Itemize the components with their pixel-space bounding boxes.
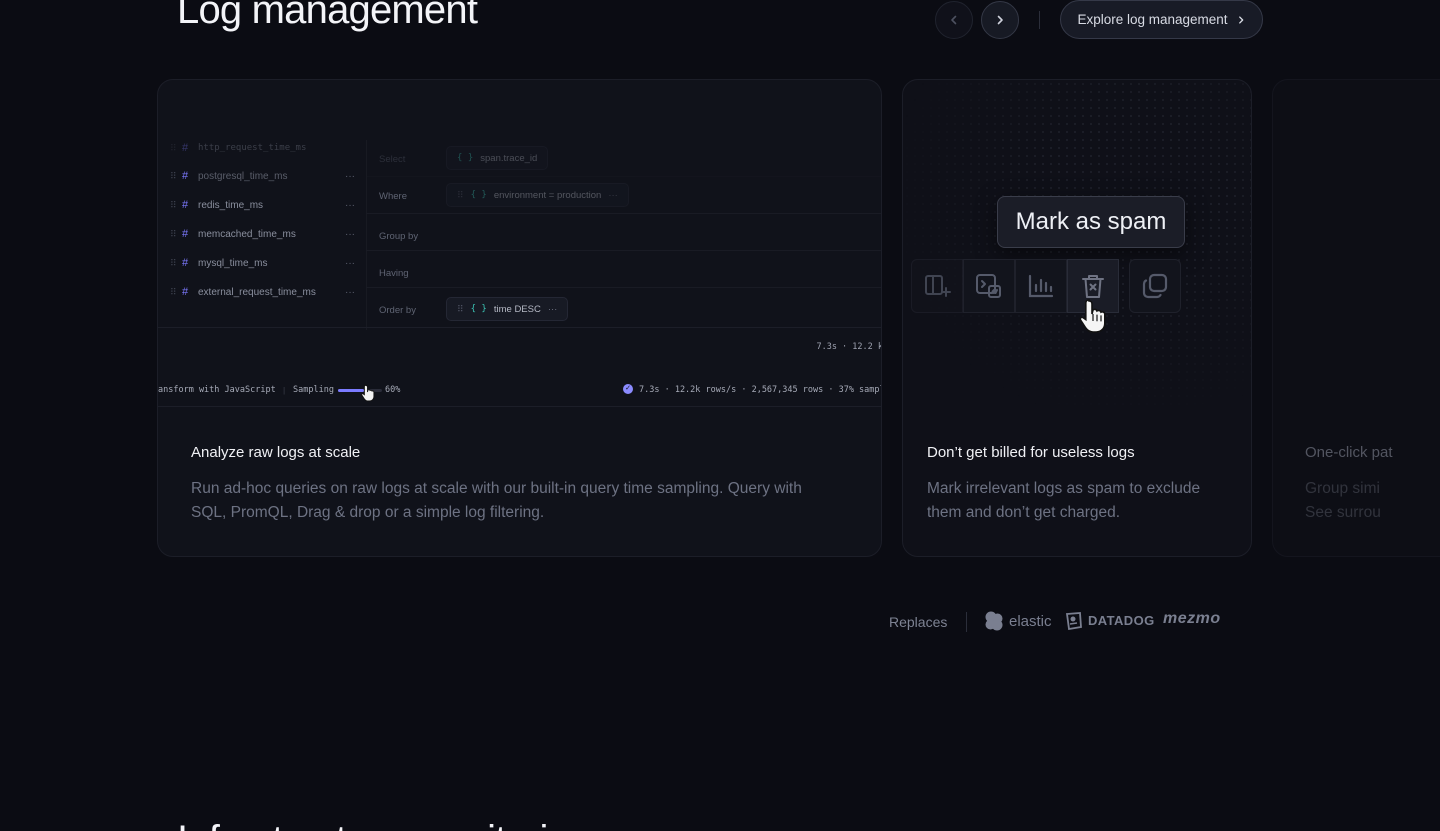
chevron-right-icon: [1238, 15, 1243, 24]
drag-handle-icon: ⠿: [457, 303, 464, 314]
card-description-line: Group simi: [1305, 480, 1380, 497]
mark-as-spam-tooltip: Mark as spam: [997, 196, 1185, 248]
page: Log management Explore log management ⠿ #…: [0, 0, 1440, 831]
query-builder-preview: ⠿ # http_request_time_ms ⠿ # postgresql_time…: [158, 80, 882, 410]
more-icon: ···: [345, 199, 355, 211]
elastic-logo: elastic: [983, 610, 1052, 632]
replaces-label: Replaces: [889, 614, 948, 630]
card-description: Mark irrelevant logs as spam to exclude …: [927, 480, 1201, 521]
terminal-button[interactable]: [963, 259, 1015, 313]
more-icon: ···: [345, 286, 355, 298]
drag-handle-icon: ⠿: [457, 189, 464, 200]
field-list: ⠿ # http_request_time_ms ⠿ # postgresql_time…: [158, 140, 366, 330]
where-rule-row: Where ⠿{ } environment = production ···: [366, 177, 881, 214]
replaces-divider: [966, 612, 967, 632]
more-icon: ···: [345, 170, 355, 182]
more-icon: ···: [608, 189, 618, 201]
field-list-item: ⠿ # mysql_time_ms ···: [170, 257, 355, 269]
more-icon: ···: [345, 228, 355, 240]
explore-log-management-button[interactable]: Explore log management: [1060, 0, 1263, 39]
results-divider: [158, 327, 881, 328]
carousel-prev-button[interactable]: [935, 1, 973, 39]
field-list-item: ⠿ # postgresql_time_ms ···: [170, 170, 355, 182]
mezmo-wordmark: mezmo: [1163, 610, 1221, 627]
explore-button-label: Explore log management: [1077, 12, 1228, 27]
carousel-next-button[interactable]: [981, 1, 1019, 39]
field-list-item: ⠿ # external_request_time_ms ···: [170, 286, 355, 298]
field-list-item: ⠿ # redis_time_ms ···: [170, 199, 355, 211]
datadog-wordmark: DATADOG: [1088, 612, 1155, 628]
add-panel-icon: [925, 275, 951, 297]
order-by-chip: ⠿{ } time DESC ···: [446, 297, 569, 321]
card-description-line: See surrou: [1305, 504, 1381, 521]
braces-icon: { }: [470, 304, 487, 314]
hash-icon: #: [182, 228, 189, 240]
next-section-title: Infrastructure monitoring: [177, 818, 591, 831]
feature-card-analyze[interactable]: ⠿ # http_request_time_ms ⠿ # postgresql_time…: [157, 79, 882, 557]
card-title: Don’t get billed for useless logs: [927, 444, 1135, 461]
mezmo-logo: mezmo: [1163, 610, 1221, 628]
card-title: Analyze raw logs at scale: [191, 444, 361, 461]
feature-card-patterns[interactable]: One-click pat Group simi See surrou: [1272, 79, 1440, 557]
elastic-wordmark: elastic: [1009, 612, 1052, 630]
drag-handle-icon: ⠿: [170, 199, 177, 210]
bar-chart-icon: [1028, 274, 1054, 298]
terminal-icon: [976, 274, 1001, 298]
hash-icon: #: [182, 286, 189, 298]
check-circle-icon: ✓: [623, 384, 633, 394]
preview-bottom-divider: [158, 406, 881, 407]
drag-handle-icon: ⠿: [170, 286, 177, 297]
copy-icon: [1142, 273, 1168, 299]
card-title: One-click pat: [1305, 444, 1393, 461]
braces-icon: { }: [470, 190, 487, 200]
sampling-label: Sampling: [293, 385, 334, 395]
where-chip: ⠿{ } environment = production ···: [446, 183, 629, 207]
section-title: Log management: [177, 0, 478, 32]
chevron-right-icon: [997, 15, 1003, 25]
query-status-text: 7.3s · 12.2k rows/s · 2,567,345 rows · 3…: [639, 385, 882, 395]
log-actions-toolbar: [911, 259, 1181, 313]
hash-icon: #: [182, 170, 189, 182]
card-description: Run ad-hoc queries on raw logs at scale …: [191, 480, 802, 521]
copy-button[interactable]: [1129, 259, 1181, 313]
hand-cursor-icon: [1079, 299, 1106, 333]
field-list-item: ⠿ # memcached_time_ms ···: [170, 228, 355, 240]
more-icon: ···: [345, 257, 355, 269]
chevron-left-icon: [951, 15, 957, 25]
add-panel-button[interactable]: [911, 259, 963, 313]
card-description: Group simi See surrou: [1305, 477, 1381, 525]
having-rule-row: Having: [366, 251, 881, 288]
top-stat: 7.3s · 12.2 k: [816, 342, 882, 352]
more-icon: ···: [547, 303, 558, 315]
hash-icon: #: [182, 199, 189, 211]
status-separator: |: [283, 385, 286, 395]
field-list-item: ⠿ # http_request_time_ms: [170, 142, 307, 154]
datadog-logo: DATADOG: [1064, 610, 1155, 630]
drag-handle-icon: ⠿: [170, 257, 177, 268]
feature-card-spam[interactable]: Mark as spam Don’t get billed for useles…: [902, 79, 1252, 557]
select-chip: { } span.trace_id: [446, 146, 549, 170]
select-rule-row: Select { } span.trace_id: [366, 140, 881, 177]
group-by-rule-row: Group by: [366, 214, 881, 251]
bar-chart-button[interactable]: [1015, 259, 1067, 313]
header-divider: [1039, 11, 1040, 29]
sampling-value: 60%: [385, 385, 401, 395]
drag-handle-icon: ⠿: [170, 170, 177, 181]
transform-label: ansform with JavaScript: [158, 385, 276, 395]
order-by-rule-row: Order by ⠿{ } time DESC ···: [366, 288, 881, 325]
hand-cursor-icon: [361, 384, 375, 402]
status-bar: ansform with JavaScript | Sampling 60% ✓…: [158, 380, 882, 402]
hash-icon: #: [182, 257, 189, 269]
trash-x-icon: [1082, 275, 1104, 298]
elastic-icon: [985, 611, 1003, 631]
drag-handle-icon: ⠿: [170, 228, 177, 239]
datadog-icon: [1065, 612, 1082, 630]
